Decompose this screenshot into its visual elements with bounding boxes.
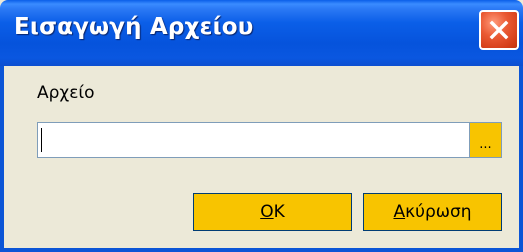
close-icon <box>489 20 509 40</box>
file-path-input[interactable] <box>37 122 470 158</box>
file-field-label: Αρχείο <box>37 83 95 103</box>
title-bar[interactable]: Εισαγωγή Αρχείου <box>0 0 523 66</box>
browse-button[interactable]: ... <box>470 122 502 158</box>
window-frame-right <box>519 66 523 252</box>
dialog-title: Εισαγωγή Αρχείου <box>14 14 254 40</box>
close-button[interactable] <box>479 10 519 50</box>
cancel-button-label: Ακύρωση <box>393 202 472 222</box>
file-import-dialog: Εισαγωγή Αρχείου Αρχείο ... OK Ακύρωση <box>0 0 523 252</box>
window-frame-bottom <box>0 248 523 252</box>
text-caret <box>41 128 42 152</box>
ok-button[interactable]: OK <box>193 193 352 231</box>
window-frame-left <box>0 66 4 252</box>
cancel-button[interactable]: Ακύρωση <box>363 193 502 231</box>
ok-button-label: OK <box>260 202 285 222</box>
